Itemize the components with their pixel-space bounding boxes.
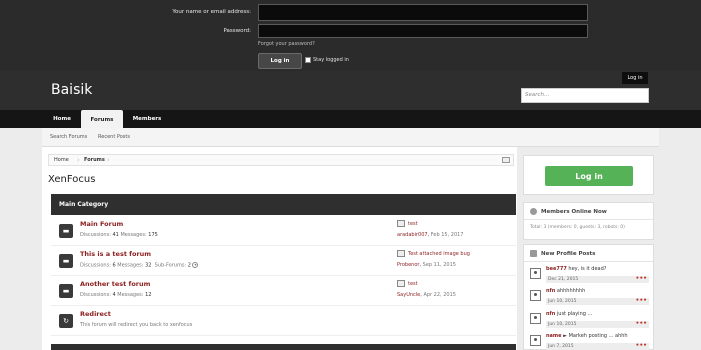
search-forums-link[interactable]: Search Forums: [50, 134, 87, 140]
profile-post-text: nfn just playing ...: [546, 311, 593, 317]
members-online-title: Members Online Now: [530, 208, 607, 215]
more-options-icon[interactable]: •••: [635, 321, 647, 327]
sidebar-login-block: Log in: [523, 155, 654, 195]
profile-post: name ► Markeh posting ... ahhh Jun 7, 20…: [530, 332, 649, 350]
divider: [524, 261, 653, 262]
profile-post-date[interactable]: Jun 10, 2015: [546, 298, 649, 305]
profile-post: nfn ahhhhhhhh Jun 10, 2015 •••: [530, 287, 649, 309]
category-header[interactable]: Main Category: [51, 194, 516, 215]
breadcrumb-separator: ›: [107, 156, 110, 164]
site-logo[interactable]: Baisik: [51, 82, 92, 98]
forum-node: ▬ Another test forum Discussions: 4 Mess…: [51, 277, 516, 306]
jump-menu-icon[interactable]: [502, 157, 510, 163]
users-icon: [530, 208, 537, 215]
more-options-icon[interactable]: •••: [635, 343, 647, 349]
avatar[interactable]: [530, 313, 541, 324]
password-label: Password:: [223, 28, 251, 34]
last-post-user[interactable]: SayUncle: [397, 292, 420, 298]
forum-title[interactable]: Main Forum: [80, 220, 123, 228]
breadcrumb-home[interactable]: Home: [54, 157, 69, 163]
sub-nav: Search Forums Recent Posts: [42, 128, 659, 147]
forgot-password-link[interactable]: Forgot your password?: [258, 41, 315, 47]
forum-title[interactable]: Redirect: [80, 310, 111, 318]
username-field[interactable]: [258, 4, 588, 21]
tab-home[interactable]: Home: [46, 110, 78, 128]
last-post-title[interactable]: test: [408, 281, 418, 287]
last-post-user[interactable]: Probenor: [397, 262, 419, 268]
stay-logged-in-label[interactable]: Stay logged in: [313, 57, 349, 63]
forum-node: ↻ Redirect This forum will redirect you …: [51, 307, 516, 336]
redirect-icon: ↻: [59, 314, 73, 328]
main-content: Home › Forums › XenFocus Main Category ▬…: [42, 147, 517, 350]
thread-icon: [397, 250, 405, 257]
stay-logged-in-checkbox[interactable]: [305, 57, 311, 63]
last-post-meta: SayUncle, Apr 22, 2015: [397, 292, 456, 298]
profile-post: bee777 hey, is it dead? Dec 21, 2015 •••: [530, 265, 649, 287]
profile-post-text: nfn ahhhhhhhh: [546, 288, 586, 294]
divider: [524, 219, 653, 220]
page-title: XenFocus: [48, 174, 96, 185]
last-post-title[interactable]: Test attached image bug: [408, 251, 470, 257]
forum-node: ▬ Main Forum Discussions: 41 Messages: 1…: [51, 217, 516, 246]
breadcrumb: Home › Forums ›: [48, 154, 514, 166]
more-options-icon[interactable]: •••: [635, 298, 647, 304]
login-button[interactable]: Log in: [258, 53, 302, 69]
forum-icon: ▬: [59, 254, 73, 268]
tab-members[interactable]: Members: [128, 110, 166, 128]
forum-icon: ▬: [59, 284, 73, 298]
forum-stats: Discussions: 41 Messages: 175: [80, 232, 158, 238]
last-post-meta: aradabir007, Feb 15, 2017: [397, 232, 464, 238]
profile-post-text: name ► Markeh posting ... ahhh: [546, 333, 628, 339]
profile-post-text: bee777 hey, is it dead?: [546, 266, 607, 272]
tab-forums[interactable]: Forums: [81, 110, 123, 129]
forum-node: ▬ This is a test forum Discussions: 6 Me…: [51, 247, 516, 276]
profile-post: nfn just playing ... Jun 10, 2015 •••: [530, 310, 649, 332]
profile-post-date[interactable]: Jun 10, 2015: [546, 321, 649, 328]
next-category-header: [51, 344, 516, 350]
avatar[interactable]: [530, 335, 541, 346]
recent-posts-link[interactable]: Recent Posts: [98, 134, 130, 140]
pencil-icon: [530, 250, 537, 257]
more-options-icon[interactable]: •••: [635, 276, 647, 282]
password-field[interactable]: [258, 24, 588, 38]
profile-posts-block: New Profile Posts bee777 hey, is it dead…: [523, 244, 654, 350]
username-label: Your name or email address:: [172, 9, 251, 15]
members-online-block: Members Online Now Total: 3 (members: 0,…: [523, 202, 654, 240]
forum-title[interactable]: Another test forum: [80, 280, 150, 288]
sidebar-login-button[interactable]: Log in: [545, 166, 633, 186]
last-post-meta: Probenor, Sep 11, 2015: [397, 262, 456, 268]
search-input[interactable]: Search...: [521, 88, 649, 103]
site-header: Baisik Log in Search...: [0, 71, 701, 110]
forum-stats: Discussions: 6 Messages: 32 Sub-Forums: …: [80, 262, 199, 269]
members-online-total: Total: 3 (members: 0, guests: 3, robots:…: [530, 225, 625, 230]
forum-stats: Discussions: 4 Messages: 12: [80, 292, 152, 298]
main-nav: Home Forums Members: [0, 110, 701, 129]
profile-posts-title: New Profile Posts: [530, 250, 595, 257]
profile-post-date[interactable]: Dec 21, 2015: [546, 276, 649, 283]
last-post-date[interactable]: Sep 11, 2015: [423, 262, 456, 268]
login-tab[interactable]: Log in: [622, 72, 648, 84]
last-post-date[interactable]: Feb 15, 2017: [431, 232, 464, 238]
thread-icon: [397, 220, 405, 227]
breadcrumb-forums[interactable]: Forums: [84, 157, 105, 163]
forum-description: This forum will redirect you back to xen…: [80, 322, 193, 328]
last-post-date[interactable]: Apr 22, 2015: [423, 292, 456, 298]
avatar[interactable]: [530, 268, 541, 279]
forum-title[interactable]: This is a test forum: [80, 250, 151, 258]
profile-post-date[interactable]: Jun 7, 2015: [546, 343, 649, 350]
last-post-user[interactable]: aradabir007: [397, 232, 428, 238]
forum-icon: ▬: [59, 224, 73, 238]
login-panel: Your name or email address: Password: Fo…: [0, 0, 701, 71]
avatar[interactable]: [530, 290, 541, 301]
thread-icon: [397, 280, 405, 287]
subforums-dropdown-icon[interactable]: ▾: [192, 262, 199, 268]
last-post-title[interactable]: test: [408, 221, 418, 227]
breadcrumb-separator: ›: [77, 156, 80, 164]
